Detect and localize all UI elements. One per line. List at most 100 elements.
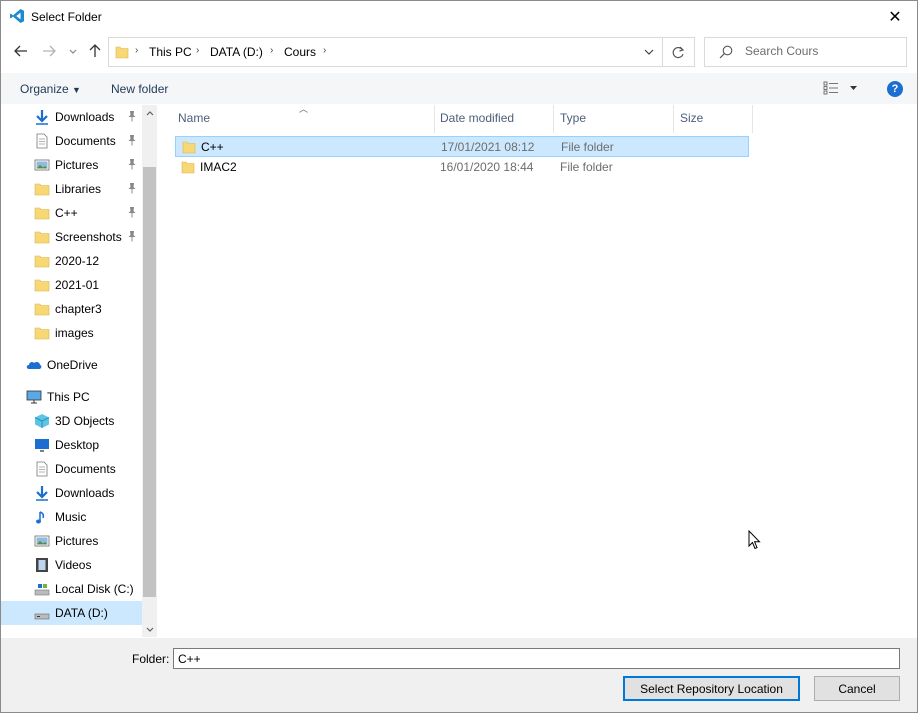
nav-item-label: Downloads (55, 110, 115, 124)
column-header-date[interactable]: Date modified (434, 105, 553, 133)
drive-icon (34, 613, 50, 620)
column-date-label: Date modified (440, 111, 515, 125)
chevron-right-icon[interactable]: › (270, 45, 273, 56)
column-header-size[interactable]: Size (674, 105, 752, 133)
title-bar: Select Folder ✕ (1, 1, 917, 32)
search-input[interactable] (745, 44, 895, 58)
nav-item-label: Desktop (55, 438, 100, 452)
folder-icon (34, 231, 50, 244)
sidebar-item-videos[interactable]: Videos (1, 553, 142, 577)
sidebar-item-c-[interactable]: C++ (1, 201, 142, 225)
cancel-button[interactable]: Cancel (814, 676, 900, 701)
address-bar[interactable]: › This PC › DATA (D:) › Cours › (108, 37, 695, 67)
navigation-scrollbar[interactable] (142, 105, 157, 637)
sidebar-item-libraries[interactable]: Libraries (1, 177, 142, 201)
sidebar-item-pictures[interactable]: Pictures (1, 153, 142, 177)
details-view-icon (823, 81, 857, 95)
column-header-name[interactable]: Name (172, 105, 434, 133)
help-button[interactable]: ? (887, 81, 903, 97)
folder-name-input[interactable] (173, 648, 900, 669)
sidebar-item-documents[interactable]: Documents (1, 457, 142, 481)
nav-item-label: This PC (47, 390, 90, 404)
breadcrumb-cours[interactable]: Cours (284, 45, 316, 59)
select-repository-button[interactable]: Select Repository Location (623, 676, 800, 701)
downloads-icon (36, 486, 48, 501)
nav-item-label: Music (55, 510, 87, 524)
nav-item-label: OneDrive (47, 358, 98, 372)
address-history-button[interactable] (637, 38, 661, 66)
this-pc-icon (26, 390, 42, 404)
sidebar-item-this-pc[interactable]: This PC (1, 385, 142, 409)
arrow-up-icon (89, 44, 101, 57)
file-row[interactable]: IMAC2 16/01/2020 18:44 File folder (175, 157, 749, 178)
folder-icon (34, 303, 50, 316)
folder-icon (34, 183, 50, 196)
nav-item-label: 2021-01 (55, 278, 100, 292)
pin-icon (128, 135, 136, 146)
column-header-type[interactable]: Type (554, 105, 673, 133)
sidebar-item-downloads[interactable]: Downloads (1, 105, 142, 129)
column-divider[interactable] (752, 105, 753, 133)
nav-item-label: Pictures (55, 534, 99, 548)
nav-item-label: Libraries (55, 182, 102, 196)
organize-button[interactable]: Organize ▼ (20, 82, 81, 96)
sidebar-item-2020-12[interactable]: 2020-12 (1, 249, 142, 273)
pin-icon (128, 159, 136, 170)
arrow-right-icon (43, 45, 56, 57)
nav-item-label: Documents (55, 462, 116, 476)
nav-item-label: C++ (55, 206, 78, 220)
breadcrumb-this-pc[interactable]: This PC (149, 45, 192, 59)
file-type: File folder (561, 140, 614, 154)
nav-item-label: Pictures (55, 158, 99, 172)
refresh-icon (672, 46, 685, 58)
arrow-left-icon (14, 45, 27, 57)
file-date: 17/01/2021 08:12 (441, 140, 535, 154)
change-view-button[interactable] (823, 81, 859, 98)
recent-locations-button[interactable] (63, 40, 83, 62)
onedrive-icon (26, 361, 42, 369)
desktop-icon (35, 439, 49, 452)
scroll-thumb[interactable] (143, 167, 156, 597)
file-row[interactable]: C++ 17/01/2021 08:12 File folder (175, 136, 749, 157)
sidebar-item-images[interactable]: images (1, 321, 142, 345)
chevron-right-icon[interactable]: › (323, 45, 326, 56)
caret-down-icon: ▼ (72, 85, 81, 95)
breadcrumb-data-drive[interactable]: DATA (D:) (210, 45, 263, 59)
folder-icon (34, 207, 50, 220)
sidebar-item-chapter3[interactable]: chapter3 (1, 297, 142, 321)
scroll-down-button[interactable] (142, 621, 157, 637)
search-box[interactable] (704, 37, 907, 67)
nav-item-label: DATA (D:) (55, 606, 108, 620)
nav-item-label: 2020-12 (55, 254, 100, 268)
refresh-button[interactable] (662, 38, 694, 66)
up-button[interactable] (84, 40, 106, 62)
sidebar-item-music[interactable]: Music (1, 505, 142, 529)
sidebar-item-screenshots[interactable]: Screenshots (1, 225, 142, 249)
chevron-down-icon (69, 49, 77, 54)
sidebar-item-downloads[interactable]: Downloads (1, 481, 142, 505)
column-size-label: Size (680, 111, 704, 125)
sidebar-item-local-disk-c-[interactable]: Local Disk (C:) (1, 577, 142, 601)
select-folder-dialog: Select Folder ✕ › This PC › DATA (D:) › … (0, 0, 918, 713)
scroll-up-button[interactable] (142, 105, 157, 121)
3d-objects-icon (34, 414, 50, 428)
back-button[interactable] (10, 40, 32, 62)
folder-label: Folder: (132, 652, 170, 666)
navigation-pane: Downloads Documents Pictures Libraries C++ Sc… (1, 105, 142, 637)
forward-button[interactable] (38, 40, 60, 62)
sidebar-item-2021-01[interactable]: 2021-01 (1, 273, 142, 297)
sidebar-item-pictures[interactable]: Pictures (1, 529, 142, 553)
chevron-right-icon[interactable]: › (196, 45, 199, 56)
close-button[interactable]: ✕ (873, 1, 917, 32)
sidebar-item-3d-objects[interactable]: 3D Objects (1, 409, 142, 433)
sidebar-item-documents[interactable]: Documents (1, 129, 142, 153)
pin-icon (128, 231, 136, 242)
file-date: 16/01/2020 18:44 (440, 160, 534, 174)
chevron-down-icon (644, 49, 654, 55)
sidebar-item-onedrive[interactable]: OneDrive (1, 353, 142, 377)
sidebar-item-data-d-[interactable]: DATA (D:) (1, 601, 142, 625)
new-folder-button[interactable]: New folder (111, 82, 168, 96)
chevron-down-icon (146, 627, 153, 632)
mouse-cursor-icon (748, 530, 761, 550)
sidebar-item-desktop[interactable]: Desktop (1, 433, 142, 457)
